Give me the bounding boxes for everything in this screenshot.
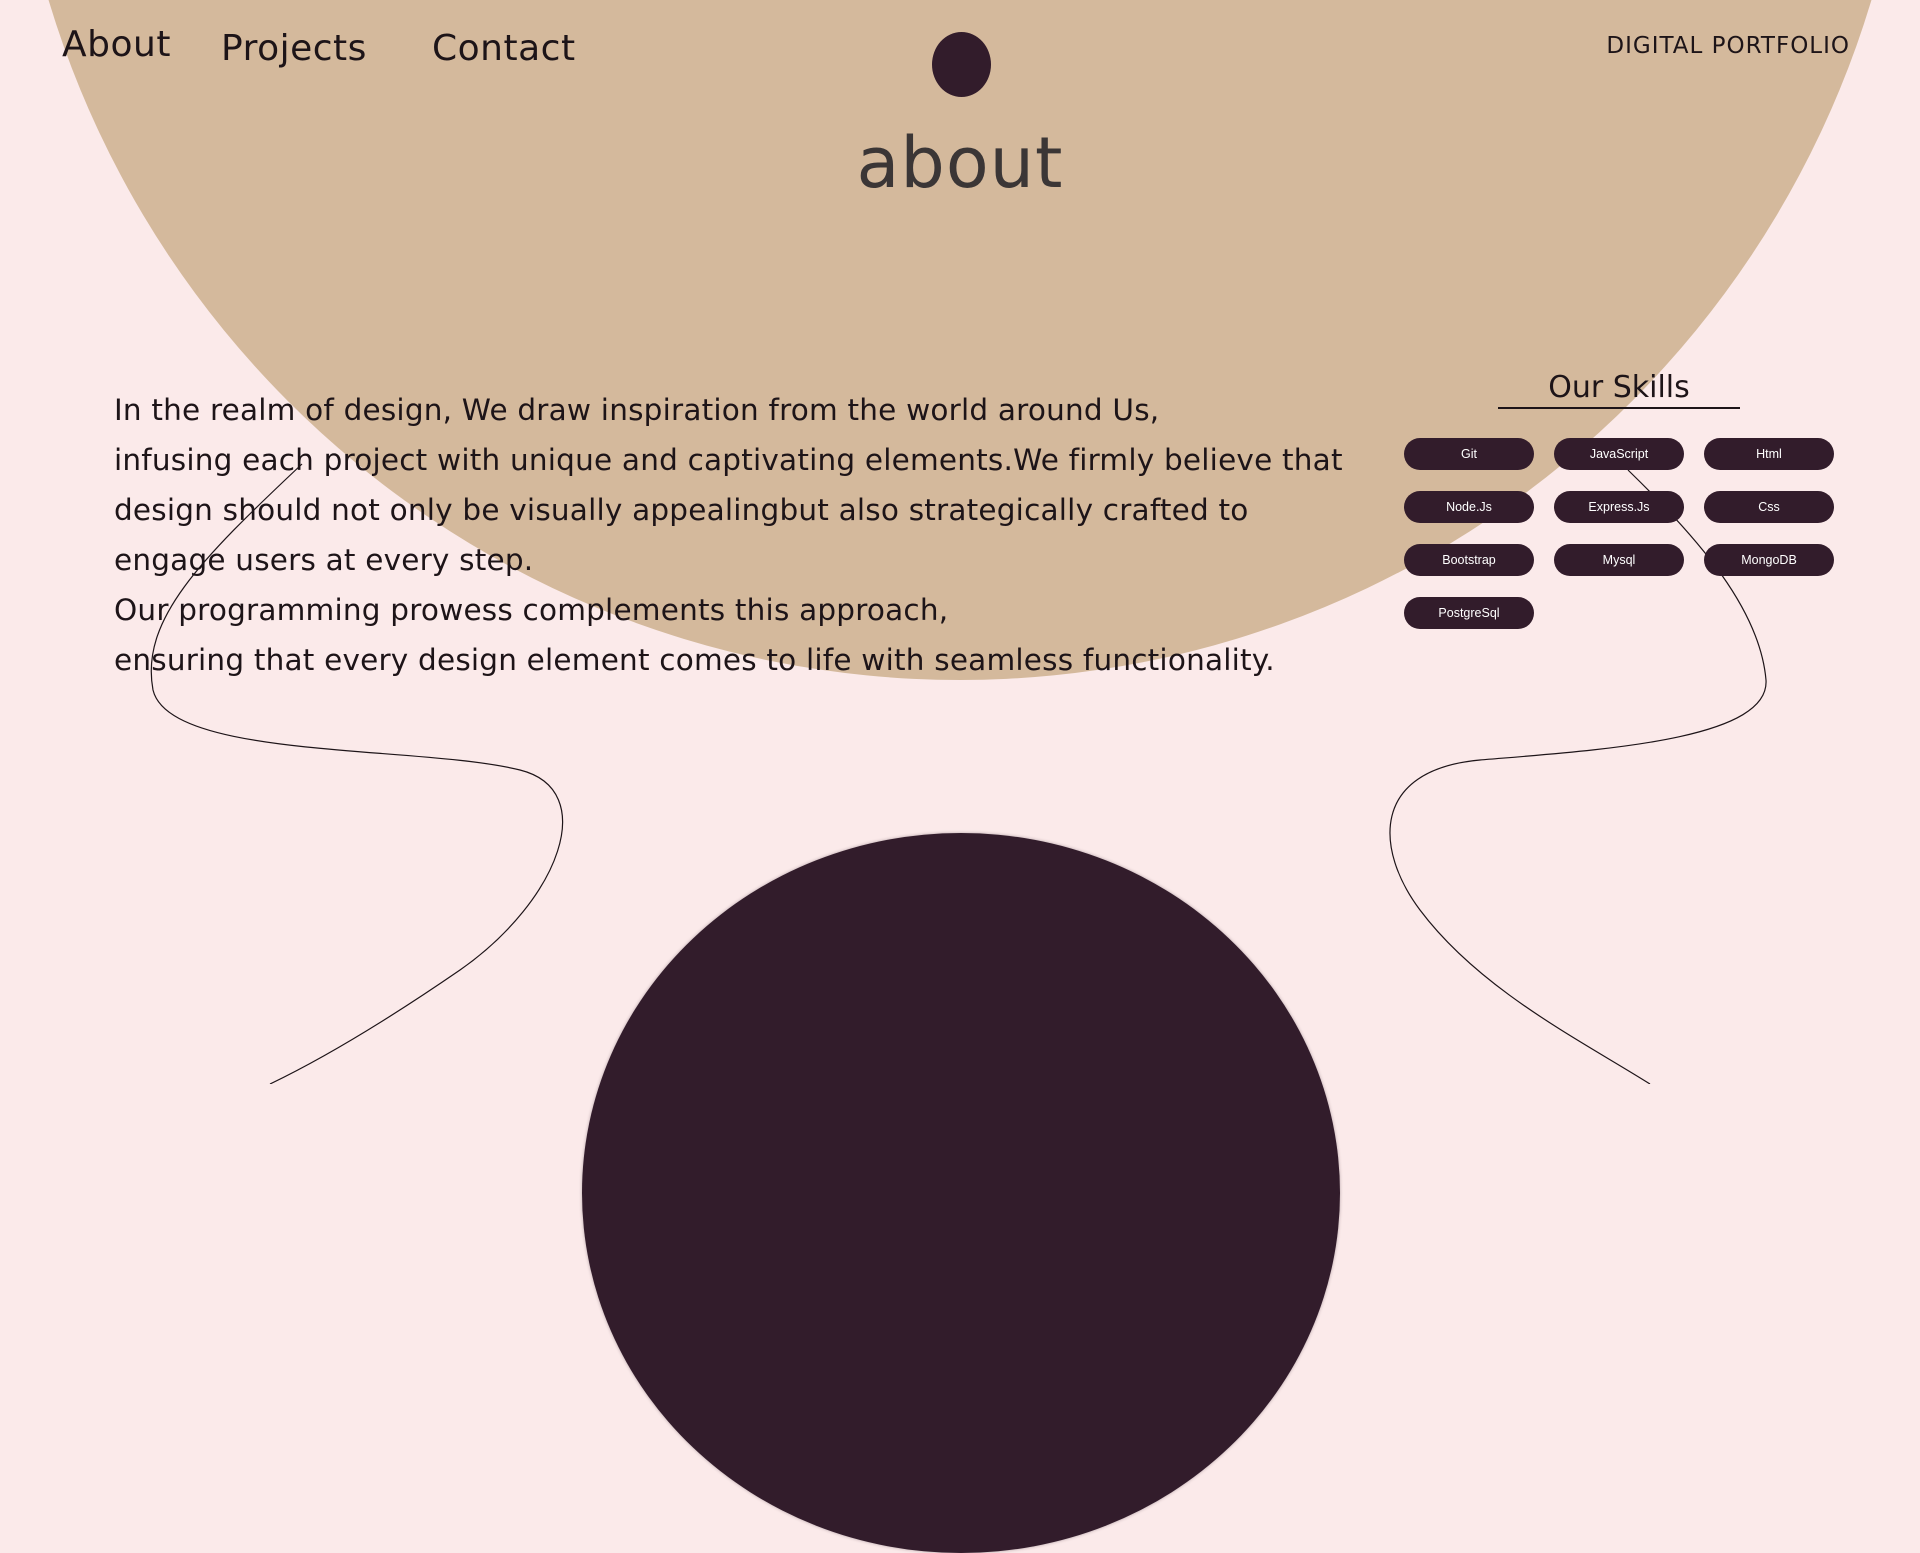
about-line: Our programming prowess complements this… <box>114 593 949 627</box>
about-line: In the realm of design, We draw inspirat… <box>114 393 1160 427</box>
skill-pill-html: Html <box>1704 438 1834 470</box>
brand-label: DIGITAL PORTFOLIO <box>1606 33 1850 59</box>
nav-projects-link[interactable]: Projects <box>221 28 367 69</box>
nav-about-link[interactable]: About <box>62 24 171 65</box>
skills-title: Our Skills <box>1498 370 1740 409</box>
about-line: engage users at every step. <box>114 543 534 577</box>
skill-pill-mongodb: MongoDB <box>1704 544 1834 576</box>
nav-contact-link[interactable]: Contact <box>432 28 576 69</box>
center-dot <box>932 32 991 97</box>
skill-pill-postgresql: PostgreSql <box>1404 597 1534 629</box>
about-line: infusing each project with unique and ca… <box>114 443 1343 477</box>
about-line: design should not only be visually appea… <box>114 493 1249 527</box>
about-paragraph: In the realm of design, We draw inspirat… <box>114 385 1343 685</box>
skills-grid: Git JavaScript Html Node.Js Express.Js C… <box>1404 438 1834 629</box>
skill-pill-bootstrap: Bootstrap <box>1404 544 1534 576</box>
page-title: about <box>856 122 1064 204</box>
bottom-decorative-circle <box>582 833 1340 1553</box>
about-line: ensuring that every design element comes… <box>114 643 1275 677</box>
skill-pill-javascript: JavaScript <box>1554 438 1684 470</box>
skill-pill-css: Css <box>1704 491 1834 523</box>
skill-pill-mysql: Mysql <box>1554 544 1684 576</box>
skill-pill-nodejs: Node.Js <box>1404 491 1534 523</box>
skill-pill-git: Git <box>1404 438 1534 470</box>
skill-pill-expressjs: Express.Js <box>1554 491 1684 523</box>
